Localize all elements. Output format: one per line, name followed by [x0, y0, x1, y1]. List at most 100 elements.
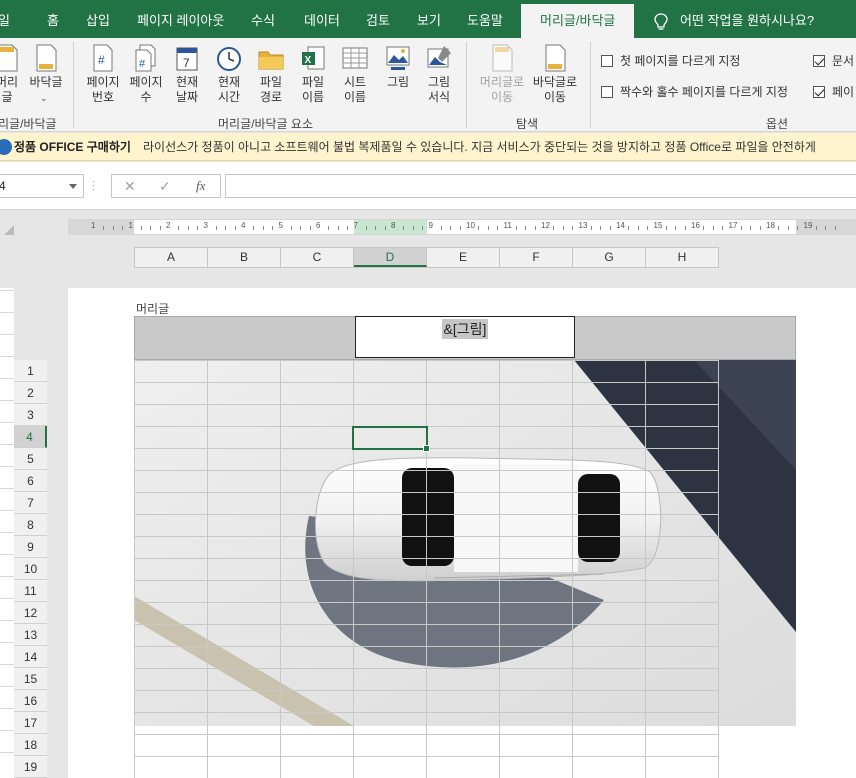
scale-with-document-checkbox[interactable]: 문서	[813, 52, 854, 69]
checkbox-unchecked[interactable]	[601, 55, 613, 67]
tab-file[interactable]: 일	[0, 0, 10, 38]
page-number-icon: #	[90, 44, 116, 72]
tab-help[interactable]: 도움말	[467, 0, 503, 38]
vertical-dots-icon[interactable]: · · ·	[92, 177, 95, 195]
column-header-b[interactable]: B	[208, 248, 281, 267]
align-with-margins-checkbox[interactable]: 페이	[813, 83, 854, 100]
ruler-number: 17	[728, 221, 738, 230]
ruler-tick	[637, 226, 639, 230]
row-header-7[interactable]: 7	[14, 492, 47, 514]
column-header-g[interactable]: G	[573, 248, 646, 267]
gutter-line	[0, 686, 14, 687]
row-header-14[interactable]: 14	[14, 646, 47, 668]
message-text: 라이선스가 정품이 아니고 소프트웨어 불법 복제품일 수 있습니다. 지금 서…	[143, 140, 816, 154]
ruler-tick	[778, 226, 780, 230]
row-header-11[interactable]: 11	[14, 580, 47, 602]
ruler-tick	[712, 226, 714, 230]
current-date-button[interactable]: 7 현재 날짜	[170, 44, 204, 105]
row-header-15[interactable]: 15	[14, 668, 47, 690]
column-header-e[interactable]: E	[427, 248, 500, 267]
row-header-10[interactable]: 10	[14, 558, 47, 580]
different-first-page-checkbox[interactable]: 첫 페이지를 다르게 지정	[601, 52, 740, 69]
page-number-button[interactable]: # 페이지 번호	[83, 44, 123, 105]
column-header-f[interactable]: F	[500, 248, 573, 267]
footer-button[interactable]: 바닥글	[28, 44, 64, 90]
row-header-18[interactable]: 18	[14, 734, 47, 756]
ruler-tick	[487, 226, 489, 230]
tab-review[interactable]: 검토	[366, 0, 390, 38]
page-count-button[interactable]: # 페이지 수	[126, 44, 166, 105]
ruler-tick	[375, 226, 377, 230]
info-icon	[0, 139, 12, 155]
ruler-tick	[562, 226, 564, 230]
different-odd-even-checkbox[interactable]: 짝수와 홀수 페이지를 다르게 지정	[601, 83, 788, 100]
select-all-corner[interactable]	[4, 225, 14, 235]
group-label-header-footer: 리글/바닥글	[0, 117, 57, 131]
sheet-name-button[interactable]: 시트 이름	[338, 44, 372, 105]
header-center-section[interactable]: &[그림]	[355, 316, 575, 358]
goto-header-label-2: 이동	[490, 90, 514, 104]
ruler-tick	[122, 226, 124, 230]
file-path-button[interactable]: 파일 경로	[254, 44, 288, 105]
sheet-icon	[342, 44, 368, 72]
picture-button[interactable]: 그림	[382, 44, 414, 90]
name-box[interactable]: 4	[0, 174, 84, 198]
row-header-1[interactable]: 1	[14, 360, 47, 382]
ruler-number: 6	[316, 221, 321, 230]
row-header-5[interactable]: 5	[14, 448, 47, 470]
row-header-6[interactable]: 6	[14, 470, 47, 492]
gutter-line	[0, 532, 14, 533]
column-header-d[interactable]: D	[354, 248, 427, 267]
row-header-16[interactable]: 16	[14, 690, 47, 712]
tab-data[interactable]: 데이터	[304, 0, 340, 38]
ruler-number: 8	[391, 221, 396, 230]
column-header-h[interactable]: H	[646, 248, 719, 267]
row-header-9[interactable]: 9	[14, 536, 47, 558]
page-count-icon: #	[133, 44, 159, 72]
row-header-3[interactable]: 3	[14, 404, 47, 426]
horizontal-ruler: 1 1 2 3 4 5 6 7 8 9 10 11 12 13 14 15 16 17 18 19	[68, 219, 856, 235]
active-cell-d4[interactable]	[352, 426, 430, 452]
tab-header-footer[interactable]: 머리글/바닥글	[521, 4, 635, 38]
formula-input[interactable]	[225, 174, 856, 198]
tell-me-search[interactable]: 어떤 작업을 원하시나요?	[654, 0, 814, 38]
checkbox-checked[interactable]	[813, 86, 825, 98]
row-header-17[interactable]: 17	[14, 712, 47, 734]
row-header-12[interactable]: 12	[14, 602, 47, 624]
column-header-a[interactable]: A	[135, 248, 208, 267]
tab-home[interactable]: 홈	[47, 0, 59, 38]
format-picture-button[interactable]: 그림 서식	[422, 44, 456, 105]
row-header-13[interactable]: 13	[14, 624, 47, 646]
tab-insert[interactable]: 삽입	[86, 0, 110, 38]
ruler-tick	[309, 226, 311, 230]
goto-header-button[interactable]: 머리글로 이동	[476, 44, 528, 105]
row-header-4[interactable]: 4	[14, 426, 47, 448]
enter-icon[interactable]: ✓	[159, 178, 171, 195]
ruler-tick	[103, 226, 105, 230]
tab-page-layout[interactable]: 페이지 레이아웃	[137, 0, 224, 38]
file-name-button[interactable]: X 파일 이름	[296, 44, 330, 105]
goto-footer-button[interactable]: 바닥글로 이동	[528, 44, 582, 105]
ruler-number: 7	[353, 221, 358, 230]
column-headers: ABCDEFGH	[134, 247, 719, 268]
row-header-8[interactable]: 8	[14, 514, 47, 536]
format-picture-icon	[426, 44, 452, 72]
column-header-c[interactable]: C	[281, 248, 354, 267]
tab-formulas[interactable]: 수식	[251, 0, 275, 38]
tab-view[interactable]: 보기	[417, 0, 441, 38]
message-title[interactable]: 정품 OFFICE 구매하기	[14, 133, 131, 160]
current-time-button[interactable]: 현재 시간	[212, 44, 246, 105]
chevron-down-icon[interactable]	[69, 184, 77, 189]
row-header-2[interactable]: 2	[14, 382, 47, 404]
checkbox-checked[interactable]	[813, 55, 825, 67]
page-layout-page: 머리글 &[그림]	[68, 288, 856, 778]
ruler-tick	[600, 226, 602, 230]
gutter-line	[0, 708, 14, 709]
cancel-icon[interactable]: ✕	[124, 178, 136, 195]
row-header-19[interactable]: 19	[14, 756, 47, 778]
function-icon[interactable]: fx	[196, 178, 205, 194]
ruler-tick	[534, 226, 536, 230]
picture-icon	[385, 44, 411, 72]
goto-footer-label-2: 이동	[543, 90, 567, 104]
checkbox-unchecked[interactable]	[601, 86, 613, 98]
